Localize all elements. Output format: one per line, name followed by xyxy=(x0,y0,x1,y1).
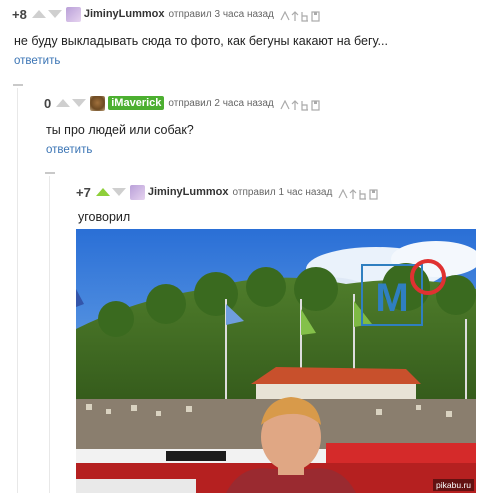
comment-author[interactable]: JiminyLummox xyxy=(84,8,165,20)
comment-header: +8 JiminyLummox отправил 3 часа назад xyxy=(12,6,320,22)
thread-line xyxy=(17,88,18,493)
comment-rating: 0 xyxy=(44,95,52,111)
runner-photo: M xyxy=(76,229,476,493)
comment-author[interactable]: iMaverick xyxy=(108,96,165,110)
up-arrow-icon xyxy=(338,188,348,198)
comment-toolbar xyxy=(338,187,378,200)
branch-icon xyxy=(301,11,308,22)
comment-header: +7 JiminyLummox отправил 1 час назад xyxy=(76,184,378,200)
branch-icon xyxy=(359,189,367,200)
upvote-icon[interactable] xyxy=(31,10,46,18)
comment-author[interactable]: JiminyLummox xyxy=(148,186,229,198)
upvote-icon[interactable] xyxy=(95,188,110,196)
up-arrow-icon xyxy=(280,99,290,109)
downvote-icon[interactable] xyxy=(47,10,62,18)
comment-2: 0 iMaverick отправил 2 часа назад xyxy=(44,95,320,111)
comment-text: ты про людей или собак? xyxy=(46,123,194,137)
comment-toolbar xyxy=(280,9,320,22)
upvote-icon[interactable] xyxy=(56,99,71,107)
reply-button[interactable]: ответить xyxy=(46,144,92,156)
avatar[interactable] xyxy=(90,95,106,111)
comment-tools-icons xyxy=(280,99,320,111)
comment-text: уговорил xyxy=(78,210,131,224)
avatar[interactable] xyxy=(65,6,81,22)
collapse-thread-1[interactable] xyxy=(13,84,23,86)
collapse-thread-2[interactable] xyxy=(45,172,55,174)
branch-icon xyxy=(301,100,308,111)
comment-image[interactable]: M pikabu.ru xyxy=(76,229,476,493)
comment-3: +7 JiminyLummox отправил 1 час назад xyxy=(76,184,378,200)
parent-link-icon xyxy=(291,10,299,21)
parent-link-icon xyxy=(349,188,357,199)
comment-header: 0 iMaverick отправил 2 часа назад xyxy=(44,95,320,111)
comment-rating: +8 xyxy=(12,6,27,22)
comment-text: не буду выкладывать сюда то фото, как бе… xyxy=(14,34,388,48)
reply-button[interactable]: ответить xyxy=(14,55,60,67)
downvote-icon[interactable] xyxy=(72,99,87,107)
comment-toolbar xyxy=(280,98,320,111)
comment-timestamp[interactable]: отправил 1 час назад xyxy=(233,187,333,198)
comment-1: +8 JiminyLummox отправил 3 часа назад xyxy=(12,6,320,22)
up-arrow-icon xyxy=(280,10,290,20)
comment-tools-icons xyxy=(338,188,378,200)
comment-rating: +7 xyxy=(76,184,91,200)
thread-line xyxy=(49,176,50,493)
downvote-icon[interactable] xyxy=(111,188,126,196)
watermark: pikabu.ru xyxy=(433,479,474,491)
comment-timestamp[interactable]: отправил 3 часа назад xyxy=(169,9,274,20)
comment-tools-icons xyxy=(280,10,320,22)
avatar[interactable] xyxy=(129,184,145,200)
logo-letter: M xyxy=(375,276,408,320)
comment-timestamp[interactable]: отправил 2 часа назад xyxy=(168,98,273,109)
parent-link-icon xyxy=(291,99,299,110)
